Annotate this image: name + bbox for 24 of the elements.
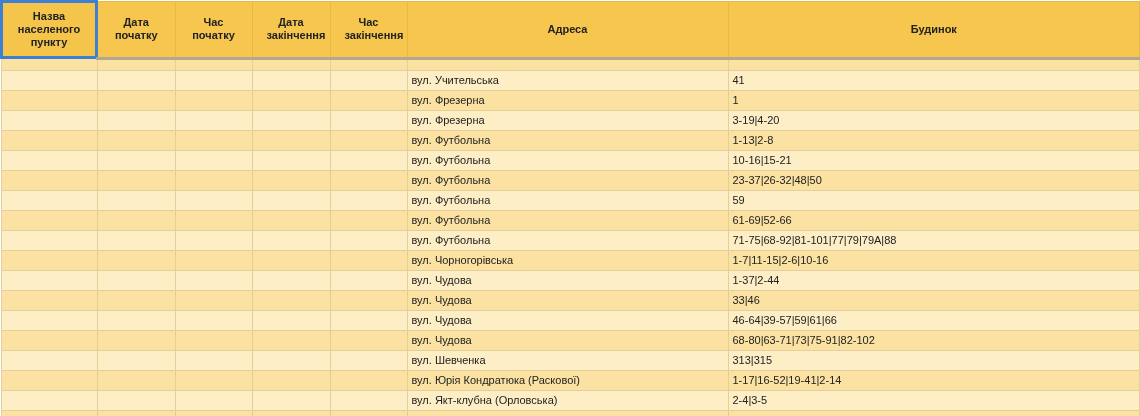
column-header[interactable]: Будинок xyxy=(728,1,1140,58)
table-cell: 3-19|4-20 xyxy=(728,110,1140,130)
table-cell: 1-7|11-15|2-6|10-16 xyxy=(728,250,1140,270)
column-header[interactable]: Дата початку xyxy=(97,1,175,58)
table-cell: 33|46 xyxy=(728,290,1140,310)
table-cell: 59 xyxy=(728,190,1140,210)
column-header[interactable]: Адреса xyxy=(407,1,728,58)
table-cell: 68-80|63-71|73|75-91|82-102 xyxy=(728,330,1140,350)
table-cell: 2-4|3-5 xyxy=(728,390,1140,410)
table-cell: 1-13|2-8 xyxy=(728,130,1140,150)
table-cell: 1-17|16-52|19-41|2-14 xyxy=(728,370,1140,390)
table-cell: 61-69|52-66 xyxy=(728,210,1140,230)
table-cell: 46-64|39-57|59|61|66 xyxy=(728,310,1140,330)
column-header[interactable]: Час закінчення xyxy=(330,1,407,58)
table-cell: 1 xyxy=(728,90,1140,110)
column-header[interactable]: Дата закінчення xyxy=(252,1,330,58)
table-cell: 313|315 xyxy=(728,350,1140,370)
table-cell: 10-16|15-21 xyxy=(728,150,1140,170)
column-header[interactable]: Назва населеного пункту xyxy=(1,1,97,58)
table-cell: 23-37|26-32|48|50 xyxy=(728,170,1140,190)
table-cell: 41 xyxy=(728,70,1140,90)
column-header[interactable]: Час початку xyxy=(175,1,252,58)
table-cell: 71-75|68-92|81-101|77|79|79A|88 xyxy=(728,230,1140,250)
table-cell: 1-37|2-44 xyxy=(728,270,1140,290)
